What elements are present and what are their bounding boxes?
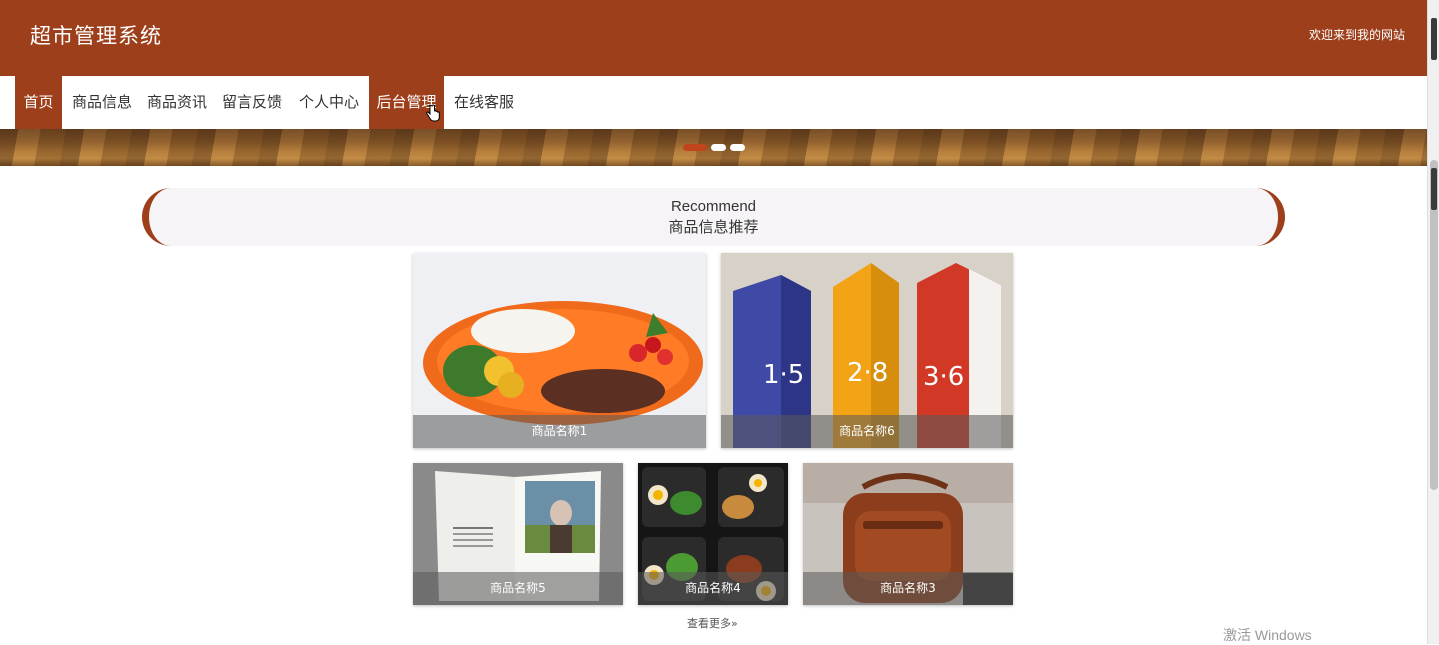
nav-item-home[interactable]: 首页 (15, 76, 62, 129)
double-chevron-right-icon: » (731, 617, 738, 630)
scrollbar-marker (1431, 18, 1437, 60)
hand-cursor-icon (426, 104, 440, 122)
main-nav: 首页 商品信息 商品资讯 留言反馈 个人中心 后台管理 在线客服 (0, 76, 1427, 129)
carousel-dot-2[interactable] (711, 144, 726, 151)
product-name: 商品名称5 (413, 572, 623, 605)
site-header: 超市管理系统 欢迎来到我的网站 (0, 0, 1427, 76)
view-more-link[interactable]: 查看更多» (687, 615, 738, 631)
nav-item-user-center[interactable]: 个人中心 (293, 76, 365, 129)
carousel-dot-1[interactable] (683, 144, 707, 151)
product-card-6[interactable]: 1·5 2·8 3·6 商品名称6 (721, 253, 1013, 448)
svg-text:3·6: 3·6 (923, 362, 964, 392)
nav-item-online-service[interactable]: 在线客服 (448, 76, 520, 129)
section-title-zh: 商品信息推荐 (668, 218, 759, 236)
nav-item-feedback[interactable]: 留言反馈 (216, 76, 288, 129)
carousel-indicators (683, 144, 745, 152)
nav-item-product-info[interactable]: 商品信息 (66, 76, 138, 129)
section-title-en: Recommend (670, 198, 757, 215)
svg-text:2·8: 2·8 (847, 358, 888, 388)
svg-text:1·5: 1·5 (763, 360, 804, 390)
product-card-5[interactable]: 商品名称5 (413, 463, 623, 605)
product-name: 商品名称6 (721, 415, 1013, 448)
welcome-text: 欢迎来到我的网站 (1308, 28, 1405, 42)
os-activation-watermark: 激活 Windows (1223, 627, 1312, 643)
product-card-3[interactable]: 商品名称3 (803, 463, 1013, 605)
site-title: 超市管理系统 (30, 24, 162, 48)
product-name: 商品名称4 (638, 572, 788, 605)
banner-carousel (0, 129, 1427, 166)
view-more-label: 查看更多 (687, 617, 731, 630)
scrollbar-marker (1431, 168, 1437, 210)
product-name: 商品名称1 (413, 415, 706, 448)
product-card-4[interactable]: 商品名称4 (638, 463, 788, 605)
product-card-1[interactable]: 商品名称1 (413, 253, 706, 448)
product-name: 商品名称3 (803, 572, 1013, 605)
carousel-dot-3[interactable] (730, 144, 745, 151)
page-scrollbar[interactable] (1427, 0, 1439, 644)
nav-item-product-news[interactable]: 商品资讯 (141, 76, 213, 129)
recommend-section-title: Recommend 商品信息推荐 (142, 188, 1285, 246)
